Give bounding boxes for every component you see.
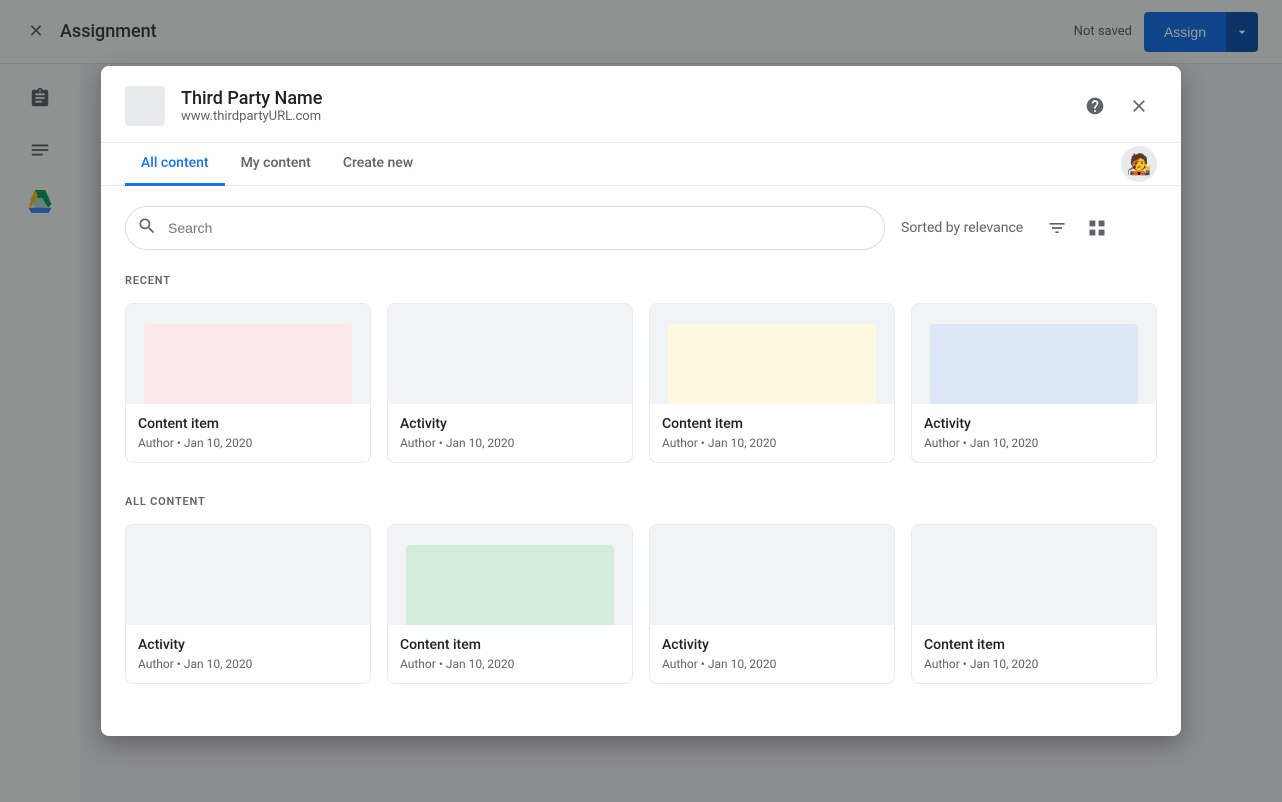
card-thumbnail <box>388 304 632 404</box>
all-content-section: ALL CONTENT Activity Author • Jan 10, 20… <box>125 495 1157 684</box>
card-meta: Author • Jan 10, 2020 <box>924 436 1144 450</box>
list-item[interactable]: Activity Author • Jan 10, 2020 <box>387 303 633 463</box>
grid-view-icon[interactable] <box>1079 210 1115 246</box>
all-content-cards-grid: Activity Author • Jan 10, 2020 Content i… <box>125 524 1157 684</box>
card-meta: Author • Jan 10, 2020 <box>924 657 1144 671</box>
search-input[interactable] <box>125 206 885 250</box>
all-content-label: ALL CONTENT <box>125 495 1157 508</box>
modal-tabs: All content My content Create new 🧑‍🎤 <box>101 143 1181 186</box>
modal-close-button[interactable] <box>1121 88 1157 124</box>
card-info: Activity Author • Jan 10, 2020 <box>912 404 1156 462</box>
card-info: Content item Author • Jan 10, 2020 <box>388 625 632 683</box>
card-thumbnail <box>912 304 1156 404</box>
card-title: Activity <box>400 416 620 432</box>
list-item[interactable]: Content item Author • Jan 10, 2020 <box>125 303 371 463</box>
tab-all-content[interactable]: All content <box>125 143 225 186</box>
help-button[interactable] <box>1077 88 1113 124</box>
card-title: Content item <box>662 416 882 432</box>
card-title: Activity <box>662 637 882 653</box>
recent-cards-grid: Content item Author • Jan 10, 2020 Activ… <box>125 303 1157 463</box>
card-thumbnail <box>126 304 370 404</box>
card-thumbnail <box>912 525 1156 625</box>
list-item[interactable]: Content item Author • Jan 10, 2020 <box>387 524 633 684</box>
card-meta: Author • Jan 10, 2020 <box>138 657 358 671</box>
recent-label: RECENT <box>125 274 1157 287</box>
modal-title-block: Third Party Name www.thirdpartyURL.com <box>181 88 1061 124</box>
filter-icon[interactable] <box>1039 210 1075 246</box>
card-thumbnail <box>388 525 632 625</box>
card-thumbnail <box>650 304 894 404</box>
card-title: Content item <box>400 637 620 653</box>
tab-my-content[interactable]: My content <box>225 143 327 186</box>
search-bar-row: Sorted by relevance <box>125 206 1157 250</box>
tab-create-new[interactable]: Create new <box>327 143 429 186</box>
close-icon <box>1129 96 1149 116</box>
list-item[interactable]: Content item Author • Jan 10, 2020 <box>649 303 895 463</box>
provider-name: Third Party Name <box>181 88 1061 109</box>
card-info: Activity Author • Jan 10, 2020 <box>126 625 370 683</box>
card-info: Activity Author • Jan 10, 2020 <box>388 404 632 462</box>
recent-section: RECENT Content item Author • Jan 10, 202… <box>125 274 1157 463</box>
toolbar-icons <box>1039 210 1115 246</box>
card-info: Content item Author • Jan 10, 2020 <box>912 625 1156 683</box>
card-meta: Author • Jan 10, 2020 <box>662 657 882 671</box>
card-thumbnail <box>126 525 370 625</box>
card-meta: Author • Jan 10, 2020 <box>400 436 620 450</box>
card-meta: Author • Jan 10, 2020 <box>400 657 620 671</box>
card-meta: Author • Jan 10, 2020 <box>662 436 882 450</box>
card-meta: Author • Jan 10, 2020 <box>138 436 358 450</box>
card-info: Activity Author • Jan 10, 2020 <box>650 625 894 683</box>
list-item[interactable]: Activity Author • Jan 10, 2020 <box>125 524 371 684</box>
card-title: Activity <box>138 637 358 653</box>
sort-label: Sorted by relevance <box>901 220 1023 236</box>
modal-overlay: Third Party Name www.thirdpartyURL.com A… <box>0 0 1282 802</box>
search-container <box>125 206 885 250</box>
card-title: Content item <box>924 637 1144 653</box>
help-icon <box>1085 96 1105 116</box>
user-avatar[interactable]: 🧑‍🎤 <box>1121 146 1157 182</box>
card-title: Activity <box>924 416 1144 432</box>
modal-header-icons <box>1077 88 1157 124</box>
provider-logo <box>125 86 165 126</box>
card-info: Content item Author • Jan 10, 2020 <box>650 404 894 462</box>
modal: Third Party Name www.thirdpartyURL.com A… <box>101 66 1181 736</box>
list-item[interactable]: Activity Author • Jan 10, 2020 <box>911 303 1157 463</box>
card-thumbnail <box>650 525 894 625</box>
provider-url: www.thirdpartyURL.com <box>181 109 1061 124</box>
modal-header: Third Party Name www.thirdpartyURL.com <box>101 66 1181 143</box>
modal-body: Sorted by relevance RECENT <box>101 186 1181 736</box>
card-info: Content item Author • Jan 10, 2020 <box>126 404 370 462</box>
list-item[interactable]: Activity Author • Jan 10, 2020 <box>649 524 895 684</box>
card-title: Content item <box>138 416 358 432</box>
list-item[interactable]: Content item Author • Jan 10, 2020 <box>911 524 1157 684</box>
